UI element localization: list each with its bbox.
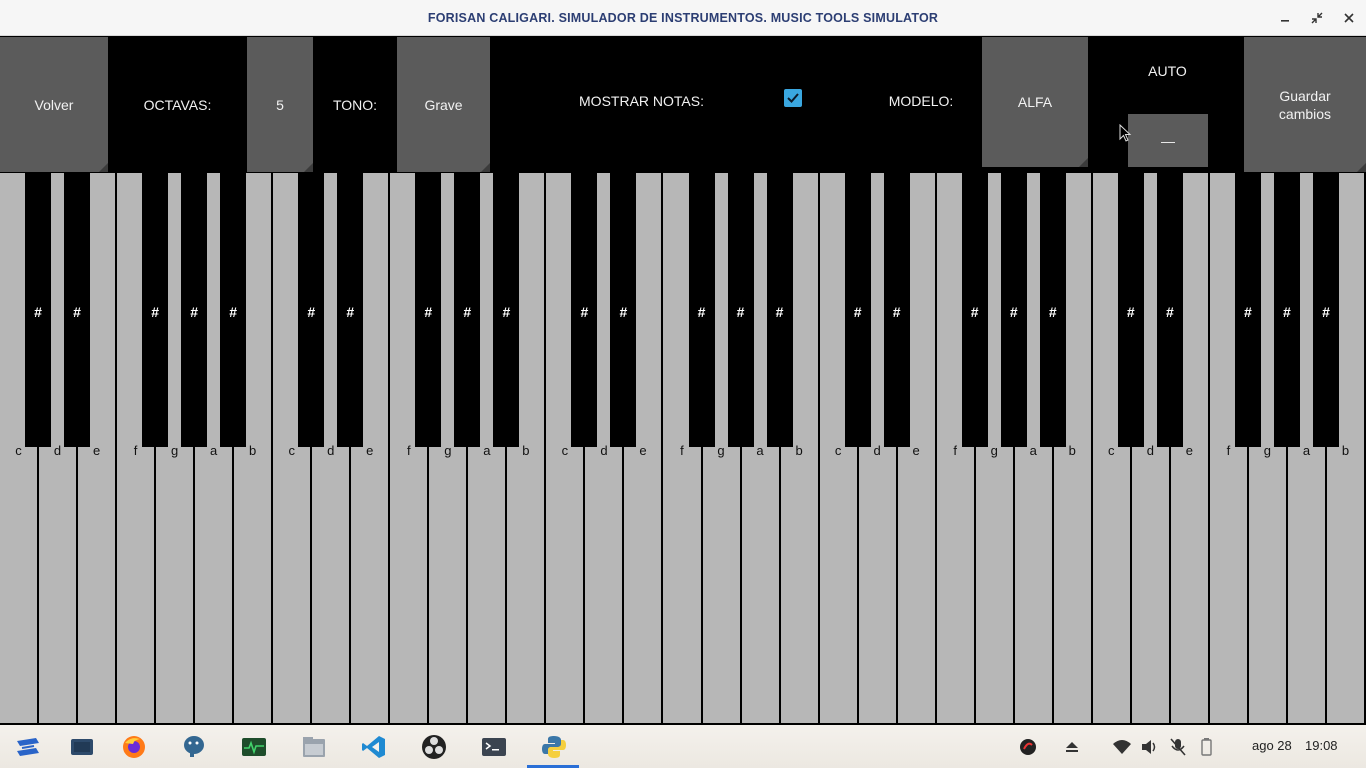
- save-changes-button[interactable]: Guardar cambios: [1244, 37, 1366, 172]
- black-key-d-sharp-1[interactable]: #: [64, 173, 91, 447]
- system-monitor-icon[interactable]: [240, 733, 268, 761]
- black-key-a-sharp-1[interactable]: #: [220, 173, 247, 447]
- sharp-label: #: [970, 304, 979, 320]
- show-notes-checkbox[interactable]: [784, 89, 802, 107]
- settings-toolbar: Volver OCTAVAS: 5 TONO: Grave MOSTRAR NO…: [0, 37, 1366, 172]
- postgresql-icon[interactable]: [180, 733, 208, 761]
- tone-selector[interactable]: Grave: [397, 37, 490, 172]
- clock-display[interactable]: 19:08: [1305, 738, 1338, 753]
- black-key-g-sharp-2[interactable]: #: [454, 173, 481, 447]
- firefox-icon[interactable]: [120, 733, 148, 761]
- sharp-label: #: [1009, 304, 1018, 320]
- terminal-icon[interactable]: [480, 733, 508, 761]
- auto-value-field[interactable]: —: [1128, 114, 1208, 167]
- model-label: MODELO:: [888, 92, 954, 109]
- model-selector[interactable]: ALFA: [982, 37, 1088, 167]
- sharp-label: #: [190, 304, 199, 320]
- sharp-label: #: [1126, 304, 1135, 320]
- sharp-label: #: [307, 304, 316, 320]
- python-icon[interactable]: [540, 733, 568, 761]
- mouse-cursor-icon: [1119, 124, 1132, 142]
- checkmark-icon: [787, 93, 799, 103]
- back-button[interactable]: Volver: [0, 37, 108, 172]
- black-key-c-sharp-2[interactable]: #: [298, 173, 325, 447]
- zorin-menu-icon[interactable]: [14, 733, 42, 761]
- black-key-d-sharp-2[interactable]: #: [337, 173, 364, 447]
- sharp-label: #: [892, 304, 901, 320]
- black-key-d-sharp-5[interactable]: #: [1156, 173, 1183, 447]
- black-key-a-sharp-5[interactable]: #: [1312, 173, 1339, 447]
- black-key-d-sharp-4[interactable]: #: [883, 173, 910, 447]
- sharp-label: #: [502, 304, 511, 320]
- octaves-selector[interactable]: 5: [247, 37, 313, 172]
- sharp-label: #: [619, 304, 628, 320]
- minimize-icon[interactable]: [1274, 7, 1296, 29]
- black-key-d-sharp-3[interactable]: #: [610, 173, 637, 447]
- mic-muted-icon[interactable]: [1164, 733, 1192, 761]
- close-icon[interactable]: [1338, 7, 1360, 29]
- sharp-label: #: [1244, 304, 1252, 320]
- black-key-f-sharp-1[interactable]: #: [142, 173, 169, 447]
- sharp-label: #: [1165, 304, 1174, 320]
- octaves-label: OCTAVAS:: [143, 96, 212, 113]
- black-key-a-sharp-3[interactable]: #: [766, 173, 793, 447]
- window-title: FORISAN CALIGARI. SIMULADOR DE INSTRUMEN…: [427, 11, 939, 25]
- tone-label: TONO:: [332, 96, 378, 113]
- show-notes-label: MOSTRAR NOTAS:: [579, 92, 704, 109]
- sharp-label: #: [736, 304, 745, 320]
- black-key-f-sharp-2[interactable]: #: [415, 173, 442, 447]
- black-key-c-sharp-5[interactable]: #: [1117, 173, 1144, 447]
- piano-keyboard: c d e f g a b c d e f g a b c d e f g a b c d e f g a b c d e f g a b # # # # #…: [0, 173, 1366, 725]
- title-bar: FORISAN CALIGARI. SIMULADOR DE INSTRUMEN…: [0, 0, 1366, 36]
- taskbar: ago 28 19:08: [0, 725, 1366, 768]
- sharp-label: #: [424, 304, 433, 320]
- workspace-icon[interactable]: [68, 733, 96, 761]
- media-icon[interactable]: [1014, 733, 1042, 761]
- sharp-label: #: [151, 304, 159, 320]
- vscode-icon[interactable]: [360, 733, 388, 761]
- battery-icon[interactable]: [1192, 733, 1220, 761]
- files-icon[interactable]: [300, 733, 328, 761]
- wifi-icon[interactable]: [1108, 733, 1136, 761]
- black-key-f-sharp-5[interactable]: #: [1234, 173, 1261, 447]
- restore-icon[interactable]: [1306, 7, 1328, 29]
- sharp-label: #: [229, 304, 238, 320]
- black-key-g-sharp-1[interactable]: #: [181, 173, 208, 447]
- sharp-label: #: [34, 304, 42, 320]
- black-key-c-sharp-4[interactable]: #: [844, 173, 871, 447]
- black-key-g-sharp-5[interactable]: #: [1273, 173, 1300, 447]
- sharp-label: #: [775, 304, 784, 320]
- sharp-label: #: [697, 304, 706, 320]
- volume-icon[interactable]: [1136, 733, 1164, 761]
- sharp-label: #: [1322, 304, 1330, 320]
- sharp-label: #: [853, 304, 862, 320]
- eject-icon[interactable]: [1058, 733, 1086, 761]
- sharp-label: #: [73, 304, 81, 320]
- sharp-label: #: [1283, 304, 1291, 320]
- black-key-g-sharp-3[interactable]: #: [727, 173, 754, 447]
- date-display[interactable]: ago 28: [1252, 738, 1292, 753]
- black-key-a-sharp-2[interactable]: #: [493, 173, 520, 447]
- sharp-label: #: [463, 304, 472, 320]
- obs-icon[interactable]: [420, 733, 448, 761]
- sharp-label: #: [1048, 304, 1057, 320]
- black-key-f-sharp-4[interactable]: #: [961, 173, 988, 447]
- black-key-c-sharp-1[interactable]: #: [25, 173, 52, 447]
- sharp-label: #: [580, 304, 589, 320]
- black-key-f-sharp-3[interactable]: #: [688, 173, 715, 447]
- auto-label: AUTO: [1148, 63, 1187, 79]
- black-key-c-sharp-3[interactable]: #: [571, 173, 598, 447]
- black-key-g-sharp-4[interactable]: #: [1000, 173, 1027, 447]
- black-key-a-sharp-4[interactable]: #: [1039, 173, 1066, 447]
- sharp-label: #: [346, 304, 355, 320]
